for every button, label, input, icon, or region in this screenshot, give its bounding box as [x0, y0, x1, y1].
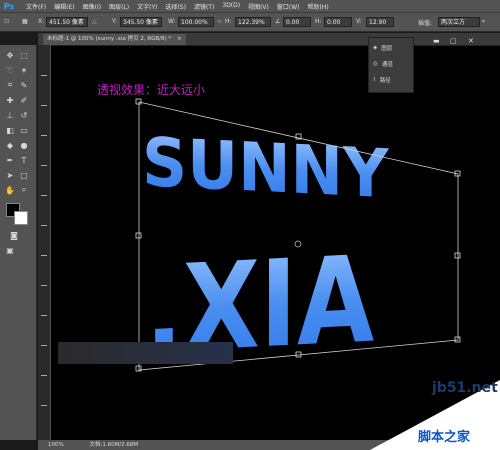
- svg-text:SUNNY: SUNNY: [142, 124, 389, 214]
- panel-item-paths[interactable]: ⌇ 路径: [373, 74, 391, 86]
- channels-icon: ◎: [373, 61, 378, 67]
- zoom-level[interactable]: 100%: [48, 442, 64, 448]
- panel-item-channels[interactable]: ◎ 通道: [373, 58, 393, 70]
- minimize-icon[interactable]: ▬: [433, 37, 440, 46]
- sunny-text: SUNNY: [142, 124, 389, 214]
- layers-panel: ◈ 图层 ◎ 通道 ⌇ 路径: [368, 37, 414, 93]
- close-window-icon[interactable]: ✕: [468, 37, 474, 46]
- layers-icon: ◈: [373, 45, 378, 51]
- doc-info: 文档:1.60M/2.68M: [89, 442, 139, 448]
- layer-thumbnail-strip: [58, 342, 233, 364]
- panel-item-layers[interactable]: ◈ 图层: [373, 42, 392, 54]
- watermark-name: 脚本之家: [418, 430, 471, 445]
- watermark-site: jb51.net: [432, 380, 498, 396]
- overlay-title: 透视效果：近大远小: [97, 83, 206, 97]
- paths-icon: ⌇: [373, 77, 376, 83]
- maximize-icon[interactable]: ▢: [450, 37, 457, 46]
